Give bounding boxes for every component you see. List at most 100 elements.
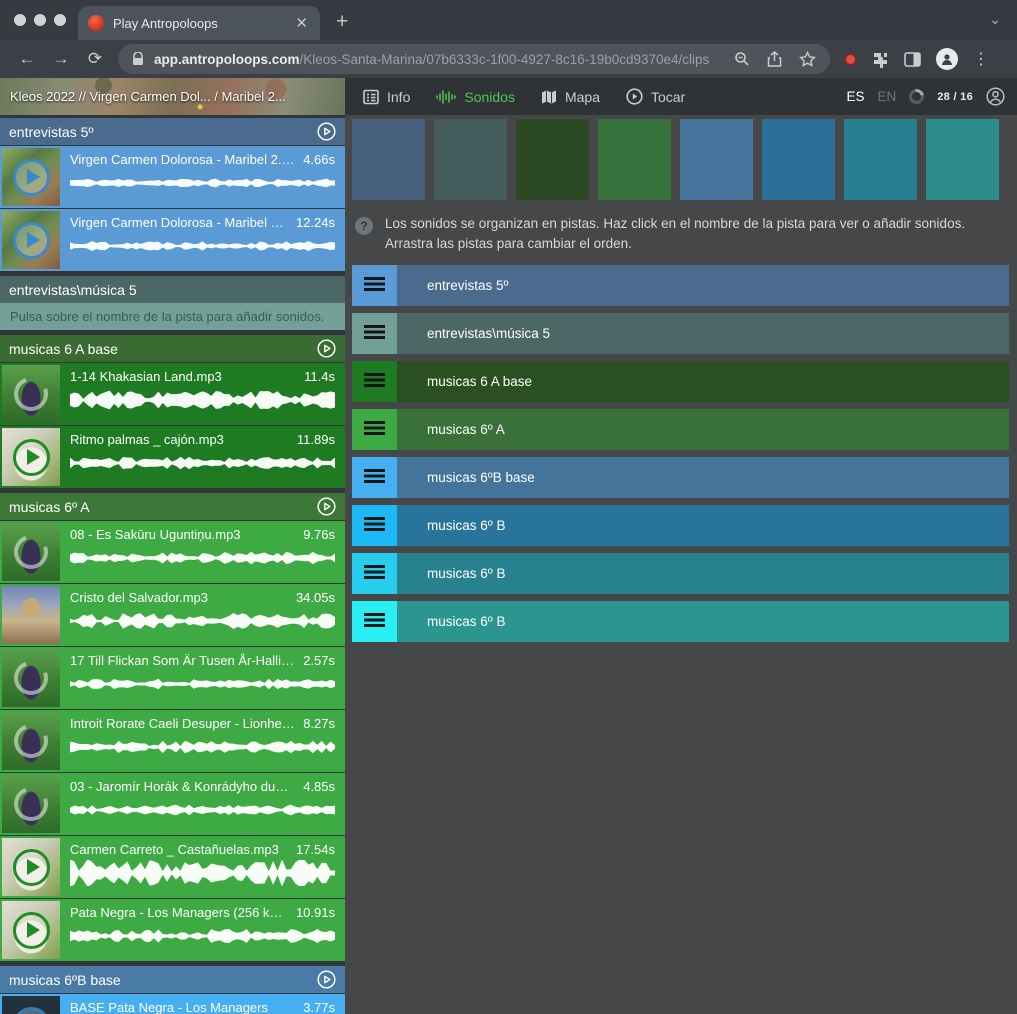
reload-button[interactable]: ⟳ xyxy=(78,49,112,69)
drag-handle[interactable] xyxy=(352,409,397,450)
waveform-graphic xyxy=(70,923,335,949)
track-play-icon[interactable] xyxy=(317,970,336,989)
side-panel-icon[interactable] xyxy=(904,52,921,67)
clip-thumbnail[interactable] xyxy=(2,649,60,707)
drag-handle[interactable] xyxy=(352,265,397,306)
extensions-puzzle-icon[interactable] xyxy=(872,51,889,68)
track-row[interactable]: musicas 6º A xyxy=(352,409,1009,450)
track-row[interactable]: entrevistas 5º xyxy=(352,265,1009,306)
browser-tab[interactable]: Play Antropoloops ✕ xyxy=(78,6,320,40)
drag-handle[interactable] xyxy=(352,457,397,498)
clip-duration: 12.24s xyxy=(296,215,335,230)
clip-thumbnail[interactable] xyxy=(2,712,60,770)
drag-handle[interactable] xyxy=(352,313,397,354)
clip-row[interactable]: Cristo del Salvador.mp3 34.05s xyxy=(0,584,345,646)
clip-row[interactable]: Introit Rorate Caeli Desuper - Lionheart… xyxy=(0,710,345,772)
track-row[interactable]: musicas 6º B xyxy=(352,601,1009,642)
bookmark-star-icon[interactable] xyxy=(799,51,816,67)
minimize-window-button[interactable] xyxy=(34,14,46,26)
clip-row[interactable]: BASE Pata Negra - Los Managers 3.77s xyxy=(0,994,345,1014)
new-tab-button[interactable]: + xyxy=(320,10,348,40)
tab-tocar[interactable]: Tocar xyxy=(626,88,685,105)
sidebar-track-header[interactable]: musicas 6º A xyxy=(0,493,345,520)
track-row[interactable]: musicas 6º B xyxy=(352,505,1009,546)
account-icon[interactable] xyxy=(986,87,1005,106)
browser-toolbar: ← → ⟳ app.antropoloops.com/Kleos-Santa-M… xyxy=(0,40,1017,78)
drag-handle[interactable] xyxy=(352,505,397,546)
play-button-icon[interactable] xyxy=(13,159,50,196)
play-button-icon[interactable] xyxy=(13,1007,50,1014)
clip-row[interactable]: Pata Negra - Los Managers (256 kbps).mp3… xyxy=(0,899,345,961)
clip-row[interactable]: 03 - Jaromír Horák & Konrádyho dudácká .… xyxy=(0,773,345,835)
track-play-icon[interactable] xyxy=(317,497,336,516)
clip-name: Carmen Carreto _ Castañuelas.mp3 xyxy=(70,842,288,857)
clip-row[interactable]: 08 - Es Sakūru Uguntiņu.mp3 9.76s xyxy=(0,521,345,583)
clip-row[interactable]: 17 Till Flickan Som Är Tusen År-Halling … xyxy=(0,647,345,709)
lock-icon xyxy=(132,52,144,66)
clip-overlay xyxy=(2,649,60,707)
drag-handle[interactable] xyxy=(352,553,397,594)
sidebar-track-header[interactable]: musicas 6 A base xyxy=(0,335,345,362)
track-row[interactable]: musicas 6ºB base xyxy=(352,457,1009,498)
address-bar[interactable]: app.antropoloops.com/Kleos-Santa-Marina/… xyxy=(118,44,830,74)
profile-avatar[interactable] xyxy=(936,48,958,70)
track-row-label: entrevistas 5º xyxy=(397,265,1009,306)
sidebar-track-header[interactable]: musicas 6ºB base xyxy=(0,966,345,993)
clip-thumbnail[interactable] xyxy=(2,838,60,896)
sidebar-track-header[interactable]: entrevistas 5º xyxy=(0,118,345,145)
track-row[interactable]: musicas 6 A base xyxy=(352,361,1009,402)
loading-ring-icon xyxy=(8,718,53,763)
share-icon[interactable] xyxy=(767,51,782,67)
track-play-icon[interactable] xyxy=(317,339,336,358)
clip-thumbnail[interactable] xyxy=(2,775,60,833)
tab-close-icon[interactable]: ✕ xyxy=(293,14,310,32)
track-row[interactable]: entrevistas\música 5 xyxy=(352,313,1009,354)
maximize-window-button[interactable] xyxy=(54,14,66,26)
lang-es-button[interactable]: ES xyxy=(846,89,864,104)
breadcrumb[interactable]: Kleos 2022 // Virgen Carmen Dol... / Mar… xyxy=(0,78,345,115)
clip-row[interactable]: Virgen Carmen Dolorosa - Maribel 2.mp3 4… xyxy=(0,146,345,208)
clip-duration: 3.77s xyxy=(303,1000,335,1014)
track-play-icon[interactable] xyxy=(317,122,336,141)
window-controls[interactable] xyxy=(0,14,66,40)
waveform-graphic xyxy=(70,797,335,823)
clip-row[interactable]: Ritmo palmas _ cajón.mp3 11.89s xyxy=(0,426,345,488)
clip-thumbnail[interactable] xyxy=(2,996,60,1014)
clip-row[interactable]: 1-14 Khakasian Land.mp3 11.4s xyxy=(0,363,345,425)
browser-menu-icon[interactable]: ⋮ xyxy=(973,49,989,69)
play-button-icon[interactable] xyxy=(13,912,50,949)
forward-button[interactable]: → xyxy=(44,49,78,69)
track-color-tile xyxy=(598,119,671,200)
clip-thumbnail[interactable] xyxy=(2,428,60,486)
clip-thumbnail[interactable] xyxy=(2,901,60,959)
clip-thumbnail[interactable] xyxy=(2,586,60,644)
clip-body: Virgen Carmen Dolorosa - Maribel 2.mp3 1… xyxy=(62,209,345,271)
play-button-icon[interactable] xyxy=(13,849,50,886)
zoom-icon[interactable] xyxy=(734,51,750,67)
clip-thumbnail[interactable] xyxy=(2,365,60,423)
clip-thumbnail[interactable] xyxy=(2,523,60,581)
tab-mapa-label: Mapa xyxy=(565,89,600,105)
track-row[interactable]: musicas 6º B xyxy=(352,553,1009,594)
record-extension-icon[interactable] xyxy=(844,53,857,66)
clip-thumbnail[interactable] xyxy=(2,211,60,269)
drag-handle[interactable] xyxy=(352,361,397,402)
tab-sonidos-label: Sonidos xyxy=(464,89,515,105)
tab-search-chevron-icon[interactable]: ⌄ xyxy=(989,11,1017,40)
clip-body: BASE Pata Negra - Los Managers 3.77s xyxy=(62,994,345,1014)
clip-body: 17 Till Flickan Som Är Tusen År-Halling … xyxy=(62,647,345,709)
lang-en-button[interactable]: EN xyxy=(877,89,896,104)
tab-strip: Play Antropoloops ✕ + ⌄ xyxy=(0,0,1017,40)
drag-handle[interactable] xyxy=(352,601,397,642)
play-button-icon[interactable] xyxy=(13,222,50,259)
tab-sonidos[interactable]: Sonidos xyxy=(436,89,515,105)
back-button[interactable]: ← xyxy=(10,49,44,69)
clip-thumbnail[interactable] xyxy=(2,148,60,206)
play-button-icon[interactable] xyxy=(13,439,50,476)
sidebar-track-header[interactable]: entrevistas\música 5 xyxy=(0,276,345,303)
clip-row[interactable]: Carmen Carreto _ Castañuelas.mp3 17.54s xyxy=(0,836,345,898)
clip-row[interactable]: Virgen Carmen Dolorosa - Maribel 2.mp3 1… xyxy=(0,209,345,271)
tab-info[interactable]: Info xyxy=(363,89,410,105)
tab-mapa[interactable]: Mapa xyxy=(541,89,600,105)
close-window-button[interactable] xyxy=(14,14,26,26)
